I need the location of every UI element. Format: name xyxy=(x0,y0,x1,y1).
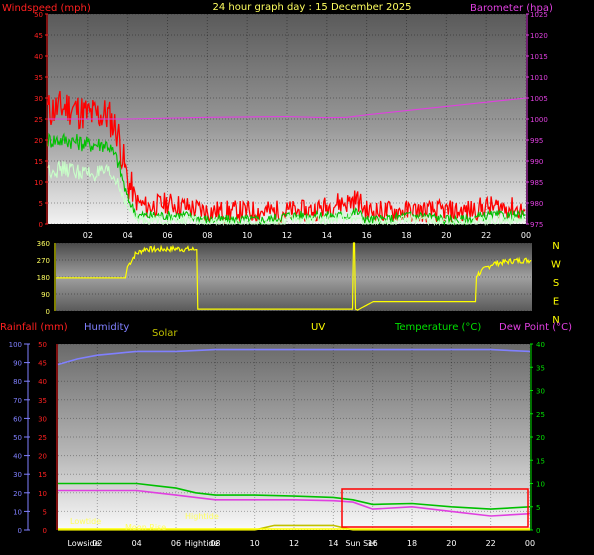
humidity-tick-label: 50 xyxy=(13,434,22,442)
humidity-tick-label: 0 xyxy=(18,527,22,535)
compass-label-w: W xyxy=(551,260,561,271)
chart-title: 24 hour graph day : 15 December 2025 xyxy=(213,2,412,13)
legend-temperature: Temperature (°C) xyxy=(394,322,481,333)
x-tick-label: 16 xyxy=(362,231,372,240)
humidity-tick-label: 70 xyxy=(13,397,22,405)
rain-tick-label: 35 xyxy=(38,397,47,405)
right-tick-label: 985 xyxy=(530,179,543,187)
x-tick-label: 20 xyxy=(446,539,456,548)
legend-rainfall: Rainfall (mm) xyxy=(0,322,68,333)
legend-uv: UV xyxy=(311,322,325,333)
humidity-tick-label: 80 xyxy=(13,378,22,386)
rain-tick-label: 45 xyxy=(38,360,47,368)
annotation-moon-rise: Moon Rise xyxy=(125,523,166,532)
right-tick-label: 1005 xyxy=(530,95,548,103)
x-tick-label: 16 xyxy=(368,539,378,548)
direction-tick-label: 360 xyxy=(37,240,50,248)
x-tick-label: 04 xyxy=(123,231,133,240)
x-tick-label: 08 xyxy=(210,539,220,548)
left-tick-label: 20 xyxy=(34,137,43,145)
direction-tick-label: 180 xyxy=(37,274,50,282)
rain-tick-label: 15 xyxy=(38,471,47,479)
legend-solar: Solar xyxy=(152,328,178,339)
rain-tick-label: 30 xyxy=(38,415,47,423)
x-tick-label: 02 xyxy=(92,539,102,548)
x-tick-label: 14 xyxy=(322,231,332,240)
legend-dewpoint: Dew Point (°C) xyxy=(499,322,572,333)
x-tick-label: 10 xyxy=(242,231,252,240)
rain-tick-label: 10 xyxy=(38,490,47,498)
temperature-tick-label: 5 xyxy=(536,504,540,512)
right-tick-label: 990 xyxy=(530,158,543,166)
temperature-tick-label: 15 xyxy=(536,457,545,465)
direction-tick-label: 0 xyxy=(46,308,50,316)
x-tick-label: 02 xyxy=(83,231,93,240)
annotation-hightide: Hightide xyxy=(185,512,219,521)
left-tick-label: 5 xyxy=(39,200,43,208)
left-tick-label: 35 xyxy=(34,74,43,82)
x-tick-label: 18 xyxy=(401,231,411,240)
right-tick-label: 1010 xyxy=(530,74,548,82)
compass-label-n: N xyxy=(552,241,559,252)
left-tick-label: 45 xyxy=(34,32,43,40)
humidity-tick-label: 30 xyxy=(13,471,22,479)
humidity-tick-label: 40 xyxy=(13,453,22,461)
rain-tick-label: 5 xyxy=(43,508,47,516)
legend-humidity: Humidity xyxy=(84,322,129,333)
annotation-lowtide: Lowtide xyxy=(70,517,101,526)
left-tick-label: 25 xyxy=(34,116,43,124)
x-tick-label: 00 xyxy=(521,231,531,240)
humidity-tick-label: 20 xyxy=(13,490,22,498)
temperature-tick-label: 30 xyxy=(536,388,545,396)
direction-tick-label: 90 xyxy=(41,291,50,299)
rain-tick-label: 0 xyxy=(43,527,47,535)
rain-tick-label: 40 xyxy=(38,378,47,386)
x-tick-label: 04 xyxy=(132,539,142,548)
x-tick-label: 10 xyxy=(250,539,260,548)
right-tick-label: 1015 xyxy=(530,53,548,61)
x-tick-label: 12 xyxy=(289,539,299,548)
x-tick-label: 00 xyxy=(525,539,535,548)
left-tick-label: 30 xyxy=(34,95,43,103)
humidity-tick-label: 100 xyxy=(9,341,22,349)
temperature-tick-label: 40 xyxy=(536,341,545,349)
temperature-tick-label: 25 xyxy=(536,411,545,419)
right-tick-label: 995 xyxy=(530,137,543,145)
direction-tick-label: 270 xyxy=(37,257,50,265)
x-tick-label: 22 xyxy=(486,539,496,548)
x-tick-label: 18 xyxy=(407,539,417,548)
right-axis-label-barometer: Barometer (hpa) xyxy=(470,3,553,14)
rain-tick-label: 50 xyxy=(38,341,47,349)
right-tick-label: 975 xyxy=(530,221,543,229)
x-tick-label: 08 xyxy=(202,231,212,240)
x-tick-label: 06 xyxy=(162,231,172,240)
right-tick-label: 980 xyxy=(530,200,543,208)
temperature-tick-label: 20 xyxy=(536,434,545,442)
right-tick-label: 1020 xyxy=(530,32,548,40)
humidity-tick-label: 10 xyxy=(13,508,22,516)
left-axis-label-windspeed: Windspeed (mph) xyxy=(2,3,91,14)
compass-label-s: S xyxy=(553,278,559,289)
humidity-tick-label: 90 xyxy=(13,360,22,368)
right-tick-label: 1000 xyxy=(530,116,548,124)
left-tick-label: 10 xyxy=(34,179,43,187)
weather-graph: 0 9755 98010 98515 99020 99525 100030 100535 101… xyxy=(0,2,572,548)
temperature-tick-label: 10 xyxy=(536,481,545,489)
x-tick-label: 20 xyxy=(441,231,451,240)
x-tick-label: 12 xyxy=(282,231,292,240)
left-tick-label: 40 xyxy=(34,53,43,61)
x-tick-label: 06 xyxy=(171,539,181,548)
left-tick-label: 15 xyxy=(34,158,43,166)
rain-tick-label: 25 xyxy=(38,434,47,442)
x-tick-label: 22 xyxy=(481,231,491,240)
temperature-tick-label: 0 xyxy=(536,527,540,535)
humidity-tick-label: 60 xyxy=(13,415,22,423)
temperature-tick-label: 35 xyxy=(536,364,545,372)
left-tick-label: 0 xyxy=(39,221,43,229)
rain-tick-label: 20 xyxy=(38,453,47,461)
compass-label-e: E xyxy=(553,297,559,308)
x-tick-label: 14 xyxy=(328,539,338,548)
